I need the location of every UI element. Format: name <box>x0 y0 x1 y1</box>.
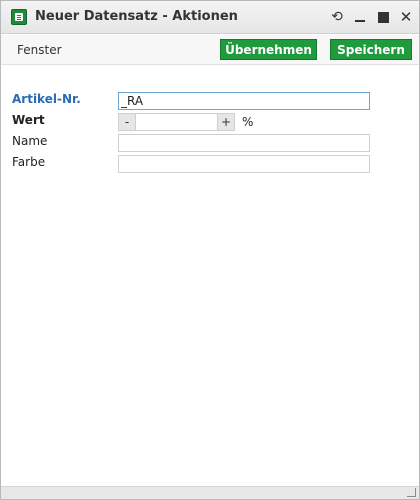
dialog-window: Neuer Datensatz - Aktionen ⟲ ✕ Fenster Ü… <box>0 0 420 500</box>
farbe-label: Farbe <box>12 155 46 169</box>
farbe-input[interactable] <box>118 155 370 173</box>
menu-fenster[interactable]: Fenster <box>17 43 62 57</box>
save-button[interactable]: Speichern <box>330 39 412 60</box>
wert-unit: % <box>242 115 254 129</box>
artikel-nr-input[interactable] <box>118 92 370 110</box>
toolbar: Fenster Übernehmen Speichern <box>1 35 419 65</box>
minimize-icon[interactable] <box>351 8 369 26</box>
refresh-icon[interactable]: ⟲ <box>328 8 346 26</box>
name-label: Name <box>12 134 48 148</box>
apply-button[interactable]: Übernehmen <box>220 39 317 60</box>
wert-label: Wert <box>12 113 45 127</box>
wert-decrement-button[interactable]: - <box>118 113 136 131</box>
name-input[interactable] <box>118 134 370 152</box>
title-bar[interactable]: Neuer Datensatz - Aktionen ⟲ ✕ <box>1 1 419 34</box>
window-title: Neuer Datensatz - Aktionen <box>35 9 238 24</box>
close-icon[interactable]: ✕ <box>397 8 415 26</box>
artikel-nr-label: Artikel-Nr. <box>12 92 81 106</box>
resize-grip-icon[interactable] <box>407 488 416 497</box>
wert-input[interactable] <box>136 113 217 131</box>
maximize-icon[interactable] <box>374 8 392 26</box>
status-bar <box>1 486 419 499</box>
app-form-icon <box>11 9 27 25</box>
wert-increment-button[interactable]: + <box>217 113 235 131</box>
